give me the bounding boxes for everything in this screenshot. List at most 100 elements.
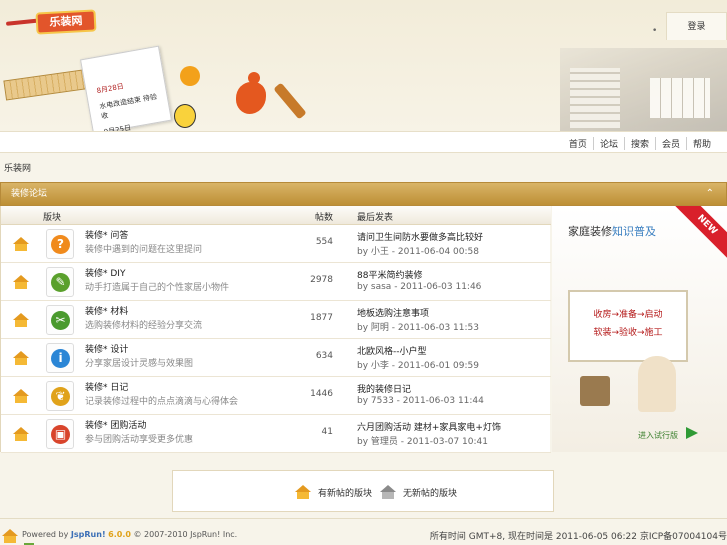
copyright: © 2007-2010 JspRun! Inc. [133,530,238,539]
renovation-knowledge-ad[interactable]: 家庭装修知识普及 NEW 收房→准备→启动 软装→验收→施工 进入试行版 [552,206,727,452]
last-post-author[interactable]: sasa [371,282,391,292]
forum-row: i 装修* 设计 分享家居设计灵感与效果图 634 北欧风格--小户型 by 小… [1,339,551,377]
by-label: by [357,396,371,406]
last-post-author[interactable]: 阿明 [371,323,389,333]
info-icon[interactable]: i [46,343,74,373]
last-post-time: - 2011-06-03 11:44 [393,396,484,406]
forum-post-count: 1446 [310,389,333,399]
chevron-up-icon[interactable]: ⌃ [706,183,714,205]
new-posts-house-icon [13,313,29,327]
by-label: by [357,437,371,447]
last-post-meta: by 小王 - 2011-06-04 00:58 [357,244,479,257]
forum-post-count: 634 [315,351,333,361]
nav-link-forum[interactable]: 论坛 [592,137,624,150]
arrow-right-icon[interactable] [686,427,698,439]
last-post-time: - 2011-03-07 10:41 [397,437,488,447]
new-posts-house-icon [13,389,29,403]
last-post-title[interactable]: 我的装修日记 [357,382,411,395]
forum-name[interactable]: 装修* 日记 [85,380,128,393]
last-post-title[interactable]: 六月团购活动 建材+家具家电+灯饰 [357,420,501,433]
powered-prefix: Powered by [22,530,71,539]
last-post-author[interactable]: 7533 [371,396,394,406]
top-navbar: 首页 论坛 搜索 会员 帮助 [0,131,727,153]
forum-description: 选购装修材料的经验分享交流 [85,321,203,331]
forum-name[interactable]: 装修* 团购活动 [85,418,146,431]
by-label: by [357,282,371,292]
no-new-posts-house-icon [380,485,396,499]
powered-by: Powered by JspRun! 6.0.0 © 2007-2010 Jsp… [22,530,237,539]
forum-post-count: 554 [315,237,333,247]
nav-link-help[interactable]: 帮助 [685,137,717,150]
site-logo[interactable]: 乐装网 [5,9,97,35]
new-posts-house-icon [13,351,29,365]
nav-links: 首页 论坛 搜索 会员 帮助 [563,137,717,150]
nav-link-search[interactable]: 搜索 [623,137,655,150]
staircase-illustration [570,68,620,128]
last-post-author[interactable]: 小王 [371,247,389,257]
forum-group-header: 装修论坛 ⌃ [0,182,727,206]
forum-post-count: 1877 [310,313,333,323]
legend-no-new-posts: 无新帖的版块 [403,489,458,499]
paint-drop-orange [248,72,260,84]
last-post-time: - 2011-06-03 11:46 [391,282,482,292]
powered-brand-link[interactable]: JspRun! [71,530,106,539]
site-banner: 乐装网 8月28日 水电改造结束 待验收 9月25日 • 登录 [0,0,727,131]
logo-text: 乐装网 [35,9,97,35]
last-post-author[interactable]: 小李 [371,361,389,371]
by-label: by [357,247,371,257]
forum-table: 版块 帖数 最后发表 ? 装修* 问答 装修中遇到的问题在这里提问 554 请问… [0,206,551,453]
forum-name[interactable]: 装修* DIY [85,266,125,279]
forum-name[interactable]: 装修* 设计 [85,342,128,355]
new-posts-house-icon [295,485,311,499]
last-post-title[interactable]: 地板选购注意事项 [357,306,429,319]
ad-enter-link[interactable]: 进入试行版 [638,430,678,441]
scissors-icon[interactable]: ✂ [46,305,74,335]
forum-description: 参与团购活动享受更多优惠 [85,435,194,445]
gift-icon[interactable]: ▣ [46,419,74,449]
figure-illustration [638,356,676,412]
last-post-time: - 2011-06-04 00:58 [388,247,479,257]
last-post-author[interactable]: 管理员 [371,437,398,447]
new-posts-house-icon [13,427,29,441]
forum-row: ❦ 装修* 日记 记录装修过程中的点点滴滴与心得体会 1446 我的装修日记 b… [1,377,551,415]
breadcrumb[interactable]: 乐装网 [4,161,31,174]
forum-group-title[interactable]: 装修论坛 [11,189,47,199]
forum-table-header: 版块 帖数 最后发表 [1,206,551,225]
last-post-meta: by 阿明 - 2011-06-03 11:53 [357,320,479,333]
nav-link-home[interactable]: 首页 [563,137,593,150]
pencil-icon[interactable]: ✎ [46,267,74,297]
shelf-illustration [650,78,710,118]
forum-description: 动手打造属于自己的个性家居小物件 [85,283,230,293]
forum-post-count: 2978 [310,275,333,285]
room-illustration [560,48,727,131]
plant-icon[interactable]: ❦ [46,381,74,411]
question-icon[interactable]: ? [46,229,74,259]
forum-name[interactable]: 装修* 问答 [85,228,128,241]
last-post-title[interactable]: 请问卫生间防水要做多高比较好 [357,230,483,243]
home-icon[interactable] [2,529,18,543]
last-post-meta: by 小李 - 2011-06-01 09:59 [357,358,479,371]
column-posts: 帖数 [315,213,334,223]
forum-legend: 有新帖的版块 无新帖的版块 [172,470,554,512]
forum-name[interactable]: 装修* 材料 [85,304,128,317]
nav-link-members[interactable]: 会员 [654,137,686,150]
ad-title-prefix: 家庭装修 [568,225,612,238]
last-post-time: - 2011-06-01 09:59 [388,361,479,371]
forum-description: 装修中遇到的问题在这里提问 [85,245,203,255]
paintbrush-icon [273,82,307,120]
forum-description: 分享家居设计灵感与效果图 [85,359,194,369]
last-post-meta: by 管理员 - 2011-03-07 10:41 [357,434,488,447]
new-ribbon: NEW [672,206,727,260]
new-posts-house-icon [13,237,29,251]
lightbulb-icon [174,104,196,128]
last-post-time: - 2011-06-03 11:53 [388,323,479,333]
by-label: by [357,361,371,371]
last-post-title[interactable]: 北欧风格--小户型 [357,344,427,357]
paint-splash-yellow [180,66,200,86]
calendar-note-illustration: 8月28日 水电改造结束 待验收 9月25日 [80,45,172,131]
board-line-1: 收房→准备→启动 [593,310,663,320]
last-post-title[interactable]: 88平米简约装修 [357,268,422,281]
bullet-icon: • [652,26,658,36]
login-tab[interactable]: 登录 [666,12,727,40]
column-last-post: 最后发表 [357,213,394,223]
